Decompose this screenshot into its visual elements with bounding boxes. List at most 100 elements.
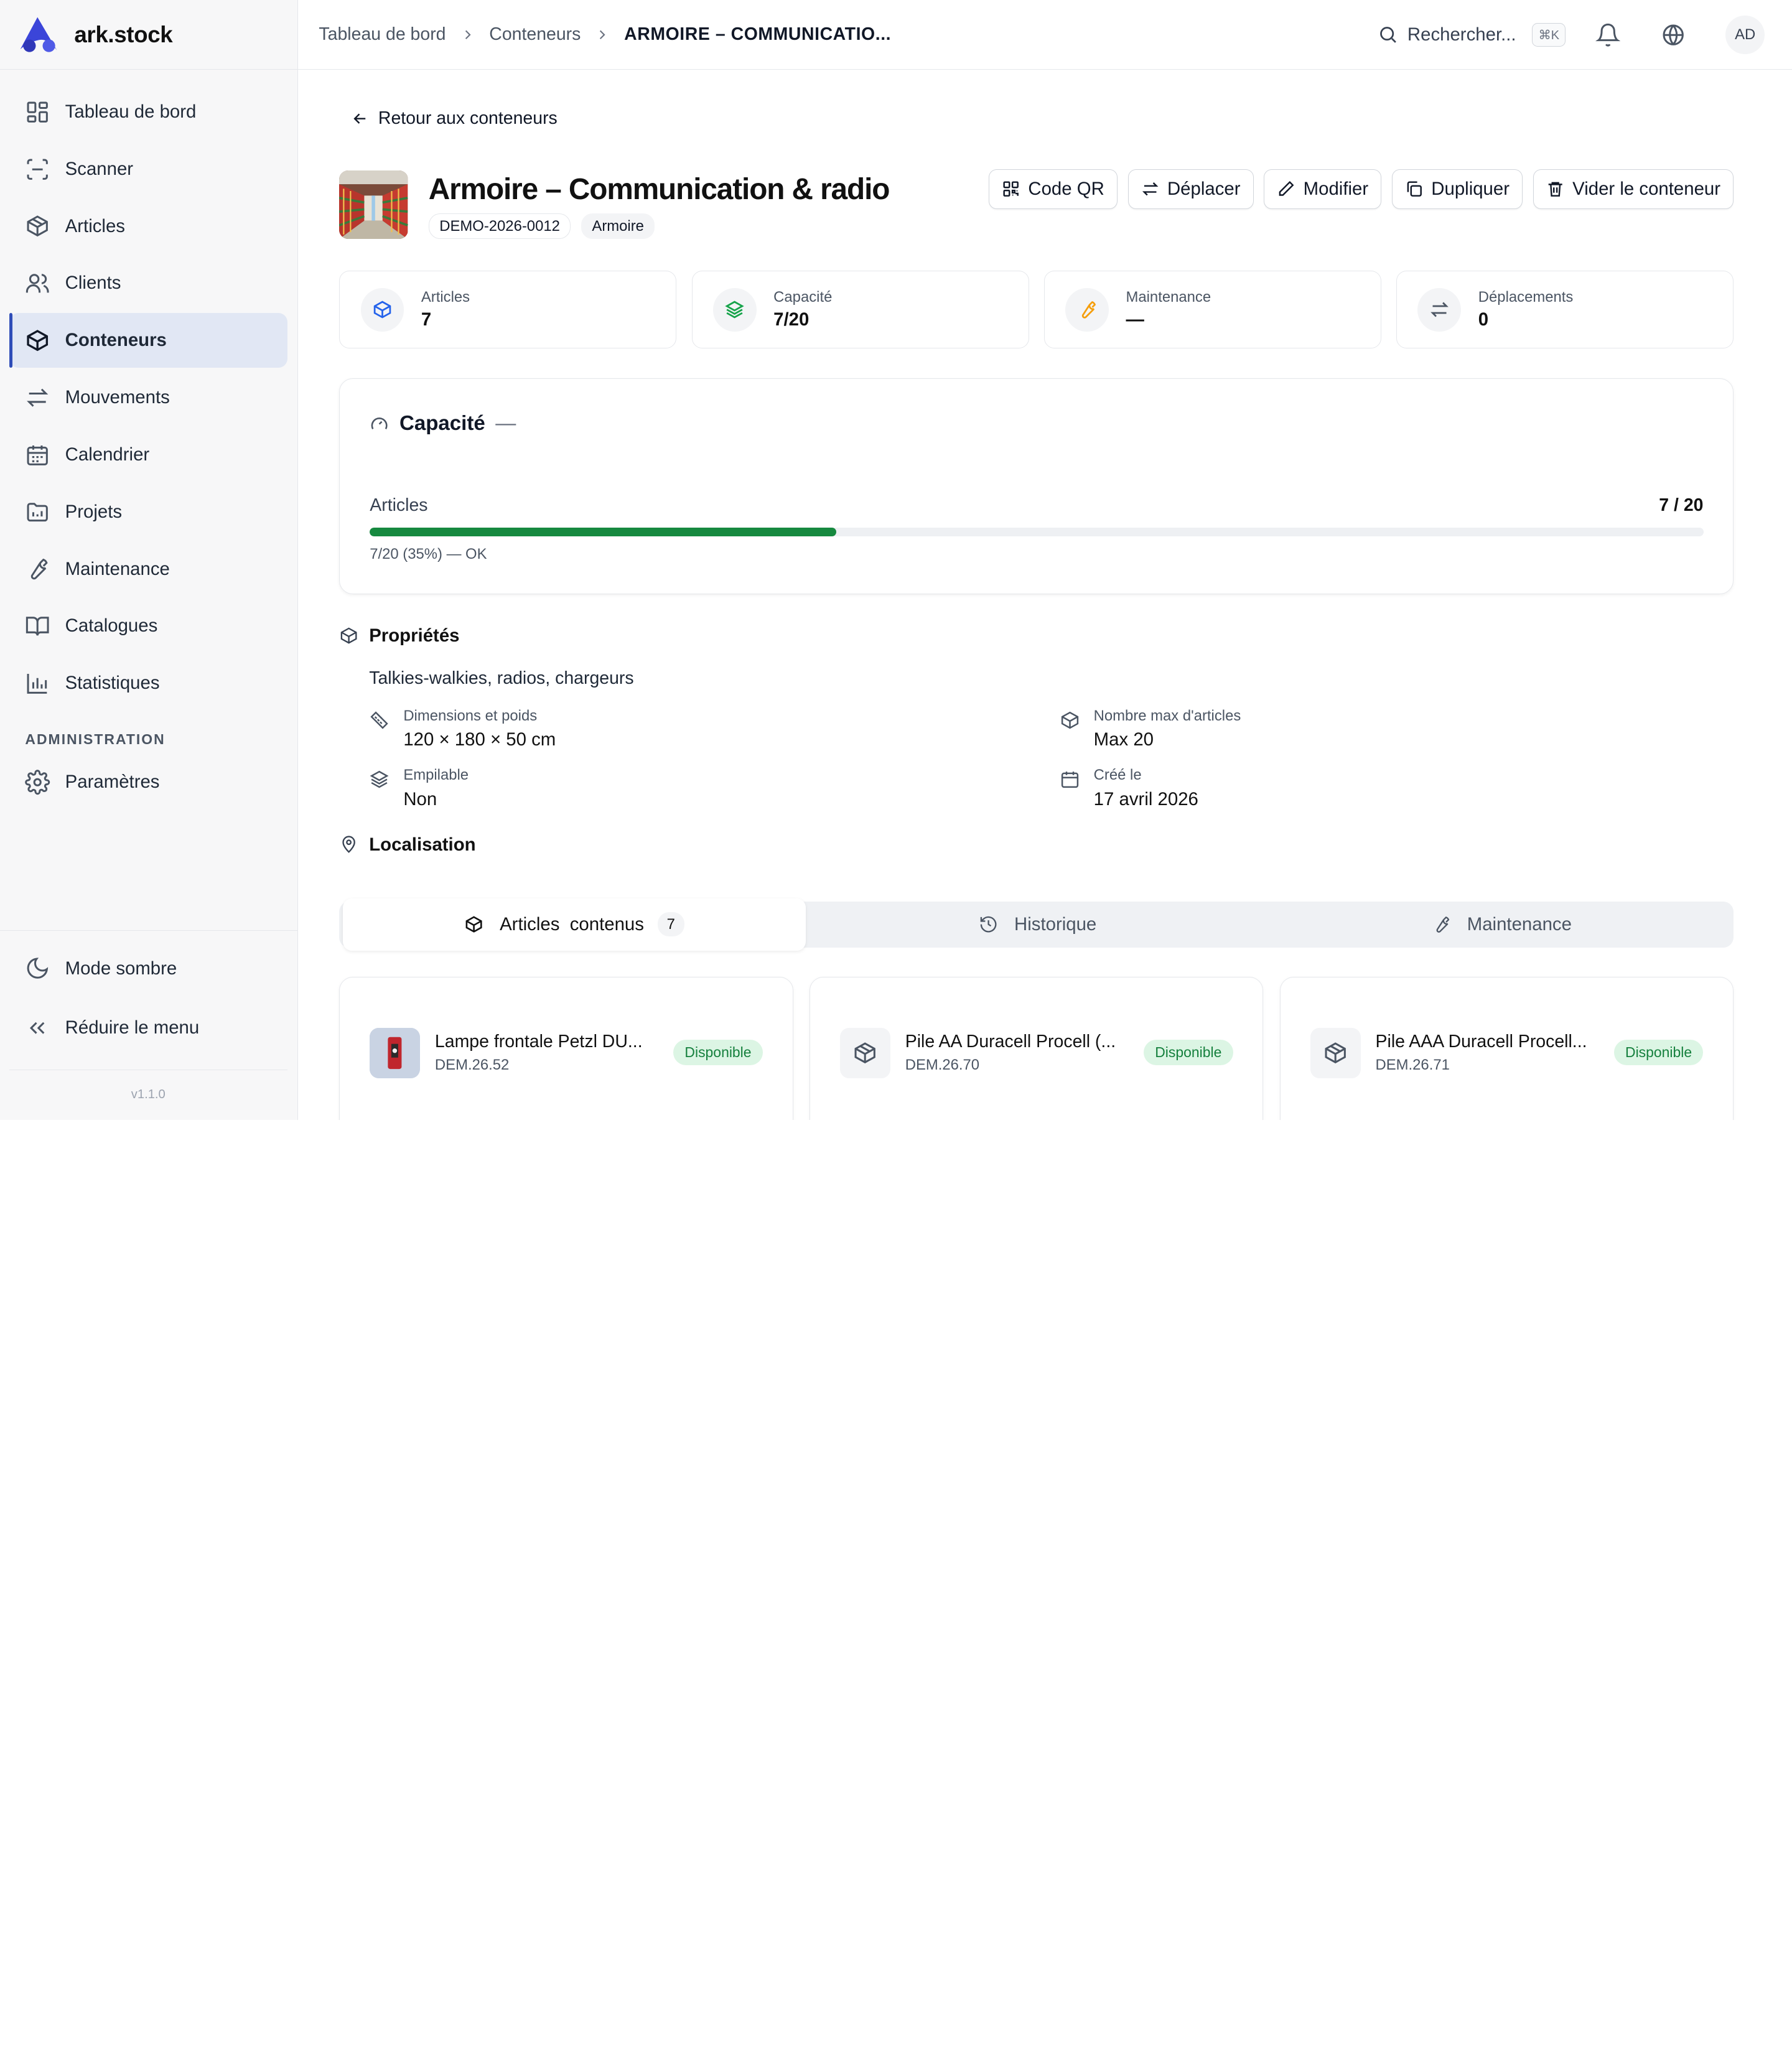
property-value: Non xyxy=(403,788,437,809)
item-ref: DEM.26.52 xyxy=(434,1056,510,1074)
qr-code-button[interactable]: Code QR xyxy=(988,169,1118,210)
stat-value: — xyxy=(1126,309,1144,330)
tab-label: Historique xyxy=(1014,913,1097,935)
properties-heading: Propriétés xyxy=(339,625,460,646)
box-icon xyxy=(341,627,357,644)
back-link[interactable]: Retour aux conteneurs xyxy=(351,108,558,129)
tab-history[interactable]: Historique xyxy=(806,902,1270,947)
capacity-dash: — xyxy=(495,412,516,436)
tab-label: Maintenance xyxy=(1467,913,1572,935)
brand[interactable]: ark.stock xyxy=(0,0,298,70)
property-value: 17 avril 2026 xyxy=(1093,788,1198,809)
breadcrumb-current: ARMOIRE – COMMUNICATIO... xyxy=(624,24,892,45)
arrows-icon xyxy=(1430,302,1449,317)
box-icon xyxy=(854,1042,876,1064)
sidebar-item-dashboard[interactable]: Tableau de bord xyxy=(9,85,287,139)
sidebar-item-maintenance[interactable]: Maintenance xyxy=(9,542,287,597)
property-dimensions: Dimensions et poids 120 × 180 × 50 cm xyxy=(369,707,556,750)
sidebar-item-label: Paramètres xyxy=(65,772,160,793)
box-icon xyxy=(27,215,49,237)
sidebar-item-scanner[interactable]: Scanner xyxy=(9,142,287,197)
arrows-icon xyxy=(1142,182,1159,196)
ruler-icon xyxy=(370,711,388,729)
empty-container-label: Vider le conteneur xyxy=(1572,178,1721,199)
container-tags: DEMO-2026-0012 Armoire xyxy=(428,213,665,240)
stat-icon-wrap xyxy=(1417,287,1462,332)
duplicate-button[interactable]: Dupliquer xyxy=(1391,169,1523,210)
chevron-right-icon xyxy=(600,30,605,39)
brand-name: ark.stock xyxy=(74,21,173,47)
search-label: Rechercher... xyxy=(1407,24,1516,45)
item-ref: DEM.26.70 xyxy=(905,1056,980,1074)
properties-title: Propriétés xyxy=(369,625,460,646)
box-icon xyxy=(373,301,391,319)
location-title: Localisation xyxy=(369,834,476,855)
collapse-menu-label: Réduire le menu xyxy=(65,1017,200,1038)
arrow-left-icon xyxy=(353,113,366,124)
property-stackable: Empilable Non xyxy=(369,767,469,809)
layers-icon xyxy=(370,770,389,788)
property-max-items: Nombre max d'articles Max 20 xyxy=(1060,707,1241,750)
location-heading: Localisation xyxy=(339,834,476,856)
container-icon xyxy=(27,330,49,352)
item-card[interactable]: Pile AA Duracell Procell (... DEM.26.70 … xyxy=(810,977,1264,1120)
box-icon xyxy=(1061,711,1078,729)
capacity-card: Capacité — Articles 7 / 20 7/20 (35%) — … xyxy=(339,378,1734,595)
move-button[interactable]: Déplacer xyxy=(1127,169,1254,210)
duplicate-label: Dupliquer xyxy=(1431,178,1510,199)
sidebar: ark.stock Tableau de bord Scanner Articl… xyxy=(0,0,299,1120)
breadcrumb-dashboard[interactable]: Tableau de bord xyxy=(319,24,446,45)
sidebar-item-settings[interactable]: Paramètres xyxy=(9,755,287,809)
sidebar-item-statistics[interactable]: Statistiques xyxy=(9,656,287,711)
stat-card-capacity: Capacité 7/20 xyxy=(691,271,1029,349)
box-icon xyxy=(1325,1042,1346,1064)
sidebar-item-label: Projets xyxy=(65,501,123,522)
bell-icon[interactable] xyxy=(1595,22,1621,47)
status-badge: Disponible xyxy=(673,1039,763,1066)
capacity-progress-bar xyxy=(370,527,1704,537)
sidebar-item-label: Calendrier xyxy=(65,444,150,465)
content-tabs: Articles contenus 7 Historique Maintenan… xyxy=(339,898,1734,951)
dark-mode-label: Mode sombre xyxy=(65,958,177,979)
sidebar-item-articles[interactable]: Articles xyxy=(9,199,287,254)
box-icon xyxy=(465,916,482,933)
header-actions: Code QR Déplacer Modifier Dupliquer Vide… xyxy=(978,169,1734,210)
sidebar-item-movements[interactable]: Mouvements xyxy=(9,370,287,425)
pencil-icon xyxy=(1279,181,1294,196)
tab-contained-items[interactable]: Articles contenus 7 xyxy=(342,898,806,951)
avatar[interactable]: AD xyxy=(1725,15,1765,55)
sidebar-item-containers[interactable]: Conteneurs xyxy=(9,313,287,368)
search-icon xyxy=(1380,27,1397,44)
capacity-note: 7/20 (35%) — OK xyxy=(370,546,487,563)
sidebar-item-label: Scanner xyxy=(65,158,134,179)
users-icon xyxy=(26,274,49,293)
status-badge: Disponible xyxy=(1613,1039,1704,1066)
chevron-right-icon xyxy=(465,30,471,39)
item-card[interactable]: Lampe frontale Petzl DU... DEM.26.52 Dis… xyxy=(339,977,793,1120)
app-version: v1.1.0 xyxy=(9,1070,287,1102)
chart-icon xyxy=(27,674,47,694)
search-button[interactable]: Rechercher... ⌘K xyxy=(1378,23,1566,47)
sidebar-item-clients[interactable]: Clients xyxy=(9,256,287,310)
gear-icon xyxy=(25,770,50,795)
edit-button[interactable]: Modifier xyxy=(1264,169,1382,210)
dark-mode-toggle[interactable]: Mode sombre xyxy=(9,940,287,997)
chevrons-left-icon xyxy=(30,1022,45,1034)
sidebar-item-calendar[interactable]: Calendrier xyxy=(9,427,287,482)
stat-label: Déplacements xyxy=(1478,288,1574,306)
wrench-icon xyxy=(1081,301,1096,319)
sidebar-item-projects[interactable]: Projets xyxy=(9,485,287,539)
tab-maintenance[interactable]: Maintenance xyxy=(1270,902,1734,947)
property-label: Dimensions et poids xyxy=(403,707,538,724)
collapse-menu-button[interactable]: Réduire le menu xyxy=(9,999,287,1056)
stat-value: 0 xyxy=(1478,309,1489,330)
calendar-icon xyxy=(27,445,49,465)
item-card[interactable]: Pile AAA Duracell Procell... DEM.26.71 D… xyxy=(1280,977,1734,1120)
move-label: Déplacer xyxy=(1167,178,1241,199)
breadcrumb-containers[interactable]: Conteneurs xyxy=(489,24,581,45)
back-link-label: Retour aux conteneurs xyxy=(378,108,558,129)
container-header: Armoire – Communication & radio DEMO-202… xyxy=(339,168,1734,241)
empty-container-button[interactable]: Vider le conteneur xyxy=(1533,169,1734,210)
globe-icon[interactable] xyxy=(1661,22,1686,47)
sidebar-item-catalogs[interactable]: Catalogues xyxy=(9,599,287,653)
